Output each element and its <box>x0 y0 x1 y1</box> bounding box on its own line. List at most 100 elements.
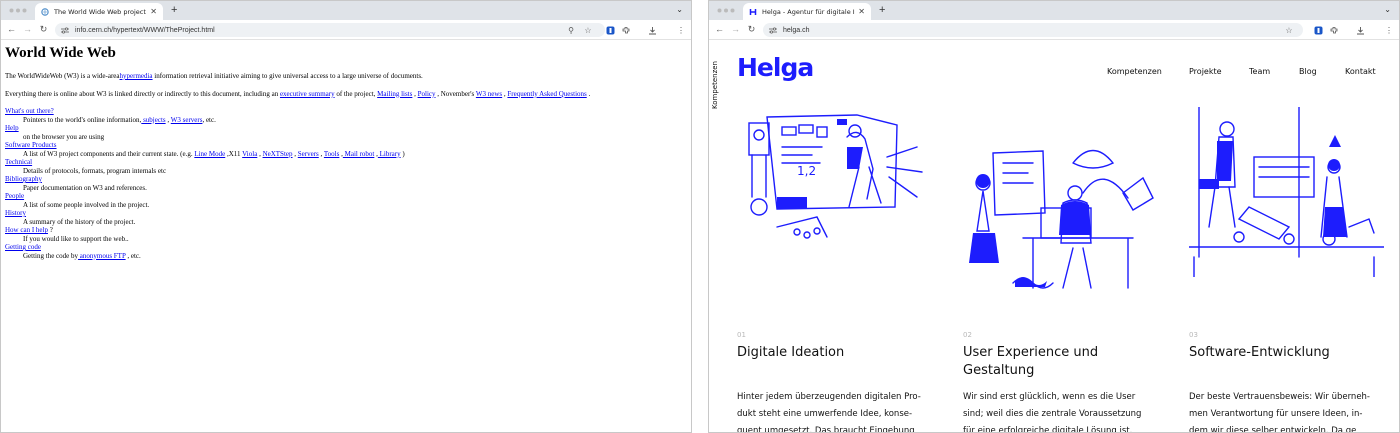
page-title: World Wide Web <box>5 45 116 61</box>
browser-tab[interactable]: Helga - Agentur für digitale Id ✕ <box>743 3 871 20</box>
main-nav: Kompetenzen Projekte Team Blog Kontakt <box>1107 67 1393 79</box>
reload-icon[interactable]: ↻ <box>745 23 758 36</box>
technical-link[interactable]: Technical <box>5 158 32 166</box>
w3-news-link[interactable]: W3 news <box>476 90 502 98</box>
reload-icon[interactable]: ↻ <box>37 23 50 36</box>
nextstep-link[interactable]: NeXTStep <box>263 150 293 158</box>
star-icon[interactable]: ☆ <box>1283 24 1295 36</box>
ux-illustration <box>969 149 1154 289</box>
browser-tab[interactable]: The World Wide Web project ✕ <box>35 3 163 20</box>
bibliography-link[interactable]: Bibliography <box>5 175 42 183</box>
address-bar[interactable]: info.cern.ch/hypertext/WWW/TheProject.ht… <box>55 23 605 37</box>
column-title[interactable]: User Experience und Gestaltung <box>963 344 1153 380</box>
w3-servers-link[interactable]: W3 servers <box>171 116 203 124</box>
tab-bar: Helga - Agentur für digitale Id ✕ + ⌄ <box>709 1 1399 20</box>
mailing-lists-link[interactable]: Mailing lists <box>377 90 412 98</box>
forward-icon[interactable]: → <box>729 23 742 36</box>
history-link[interactable]: History <box>5 209 26 217</box>
service-column-ux: 02 User Experience und Gestaltung Wir si… <box>963 331 1153 432</box>
text: . <box>586 89 591 98</box>
puzzle-icon[interactable] <box>1328 24 1340 36</box>
nav-item-blog[interactable]: Blog <box>1299 67 1317 76</box>
star-icon[interactable]: ☆ <box>582 24 594 36</box>
side-label-text: Kompetenzen <box>711 61 719 109</box>
column-title[interactable]: Digitale Ideation <box>737 344 927 362</box>
window-controls-icon[interactable] <box>717 8 735 13</box>
servers-link[interactable]: Servers <box>298 150 319 158</box>
new-tab-icon[interactable]: + <box>879 4 885 16</box>
helga-page: Kompetenzen Helga Kompetenzen Projekte T… <box>709 41 1399 433</box>
new-tab-icon[interactable]: + <box>171 4 177 16</box>
list-item-desc: on the browser you are using <box>23 132 105 141</box>
extension-icon[interactable] <box>1312 24 1324 36</box>
policy-link[interactable]: Policy <box>418 90 436 98</box>
text: A list of W3 project components and thei… <box>23 149 195 158</box>
column-title[interactable]: Software-Entwicklung <box>1189 344 1379 362</box>
back-icon[interactable]: ← <box>713 23 726 36</box>
column-body: Der beste Vertrauensbeweis: Wir überneh-… <box>1189 392 1371 433</box>
window-controls-icon[interactable] <box>9 8 27 13</box>
text: ,X11 <box>225 149 243 158</box>
hypermedia-link[interactable]: hypermedia <box>120 72 153 80</box>
chevron-down-icon[interactable]: ⌄ <box>676 5 683 14</box>
intro-text: The WorldWideWeb (W3) is a wide-area <box>5 72 120 80</box>
close-tab-icon[interactable]: ✕ <box>150 7 157 16</box>
text: , etc. <box>125 251 141 260</box>
service-column-ideation: 01 Digitale Ideation Hinter jedem überze… <box>737 331 927 432</box>
puzzle-icon[interactable] <box>620 24 632 36</box>
address-bar[interactable]: helga.ch ☆ <box>763 23 1303 37</box>
helga-favicon-icon <box>749 7 757 16</box>
viola-link[interactable]: Viola <box>242 150 257 158</box>
text: Pointers to the world's online informati… <box>23 115 142 124</box>
tools-link[interactable]: Tools <box>324 150 339 158</box>
url-text: info.cern.ch/hypertext/WWW/TheProject.ht… <box>75 26 215 34</box>
intro-text-end: information retrieval initiative aiming … <box>152 72 423 80</box>
text: Getting the code by <box>23 251 79 260</box>
site-settings-icon[interactable] <box>61 26 69 34</box>
list-item-desc: If you would like to support the web.. <box>23 234 129 243</box>
translate-icon[interactable]: ⚲ <box>565 24 577 36</box>
whats-out-there-link[interactable]: What's out there? <box>5 107 54 115</box>
nav-item-kompetenzen[interactable]: Kompetenzen <box>1107 67 1162 76</box>
column-number: 01 <box>737 331 746 339</box>
list-item-desc: Paper documentation on W3 and references… <box>23 183 147 192</box>
forward-icon[interactable]: → <box>21 23 34 36</box>
nav-item-kontakt[interactable]: Kontakt <box>1345 67 1376 76</box>
menu-icon[interactable]: ⋮ <box>675 24 687 36</box>
download-icon[interactable] <box>1354 24 1366 36</box>
nav-item-team[interactable]: Team <box>1249 67 1270 76</box>
how-can-i-help-link[interactable]: How can I help <box>5 226 48 234</box>
faq-link[interactable]: Frequently Asked Questions <box>507 90 586 98</box>
menu-icon[interactable]: ⋮ <box>1383 24 1395 36</box>
executive-summary-link[interactable]: executive summary <box>280 90 335 98</box>
download-icon[interactable] <box>646 24 658 36</box>
column-number: 03 <box>1189 331 1198 339</box>
chevron-down-icon[interactable]: ⌄ <box>1384 5 1391 14</box>
mail-robot-link[interactable]: Mail robot <box>343 150 375 158</box>
extension-icon[interactable] <box>604 24 616 36</box>
browser-window-cern: The World Wide Web project ✕ + ⌄ ← → ↻ i… <box>0 0 692 433</box>
library-link[interactable]: Library <box>378 150 401 158</box>
close-tab-icon[interactable]: ✕ <box>858 7 865 16</box>
people-link[interactable]: People <box>5 192 24 200</box>
software-products-link[interactable]: Software Products <box>5 141 57 149</box>
nav-item-projekte[interactable]: Projekte <box>1189 67 1222 76</box>
line-mode-link[interactable]: Line Mode <box>194 150 225 158</box>
software-illustration <box>1189 107 1384 277</box>
browser-window-helga: Helga - Agentur für digitale Id ✕ + ⌄ ← … <box>708 0 1400 433</box>
helga-logo[interactable]: Helga <box>737 53 814 82</box>
text: ? <box>47 226 53 234</box>
tab-title: The World Wide Web project <box>54 7 146 16</box>
getting-code-link[interactable]: Getting code <box>5 243 41 251</box>
intro-paragraph: The WorldWideWeb (W3) is a wide-areahype… <box>5 72 689 81</box>
help-link[interactable]: Help <box>5 124 19 132</box>
back-icon[interactable]: ← <box>5 23 18 36</box>
url-text: helga.ch <box>783 26 810 34</box>
subjects-link[interactable]: subjects <box>141 116 166 124</box>
anonymous-ftp-link[interactable]: anonymous FTP <box>78 252 126 260</box>
site-settings-icon[interactable] <box>769 26 777 34</box>
svg-text:1,2: 1,2 <box>797 164 816 178</box>
text: , etc. <box>202 115 216 124</box>
list-item-desc: Pointers to the world's online informati… <box>23 116 689 125</box>
column-number: 02 <box>963 331 972 339</box>
